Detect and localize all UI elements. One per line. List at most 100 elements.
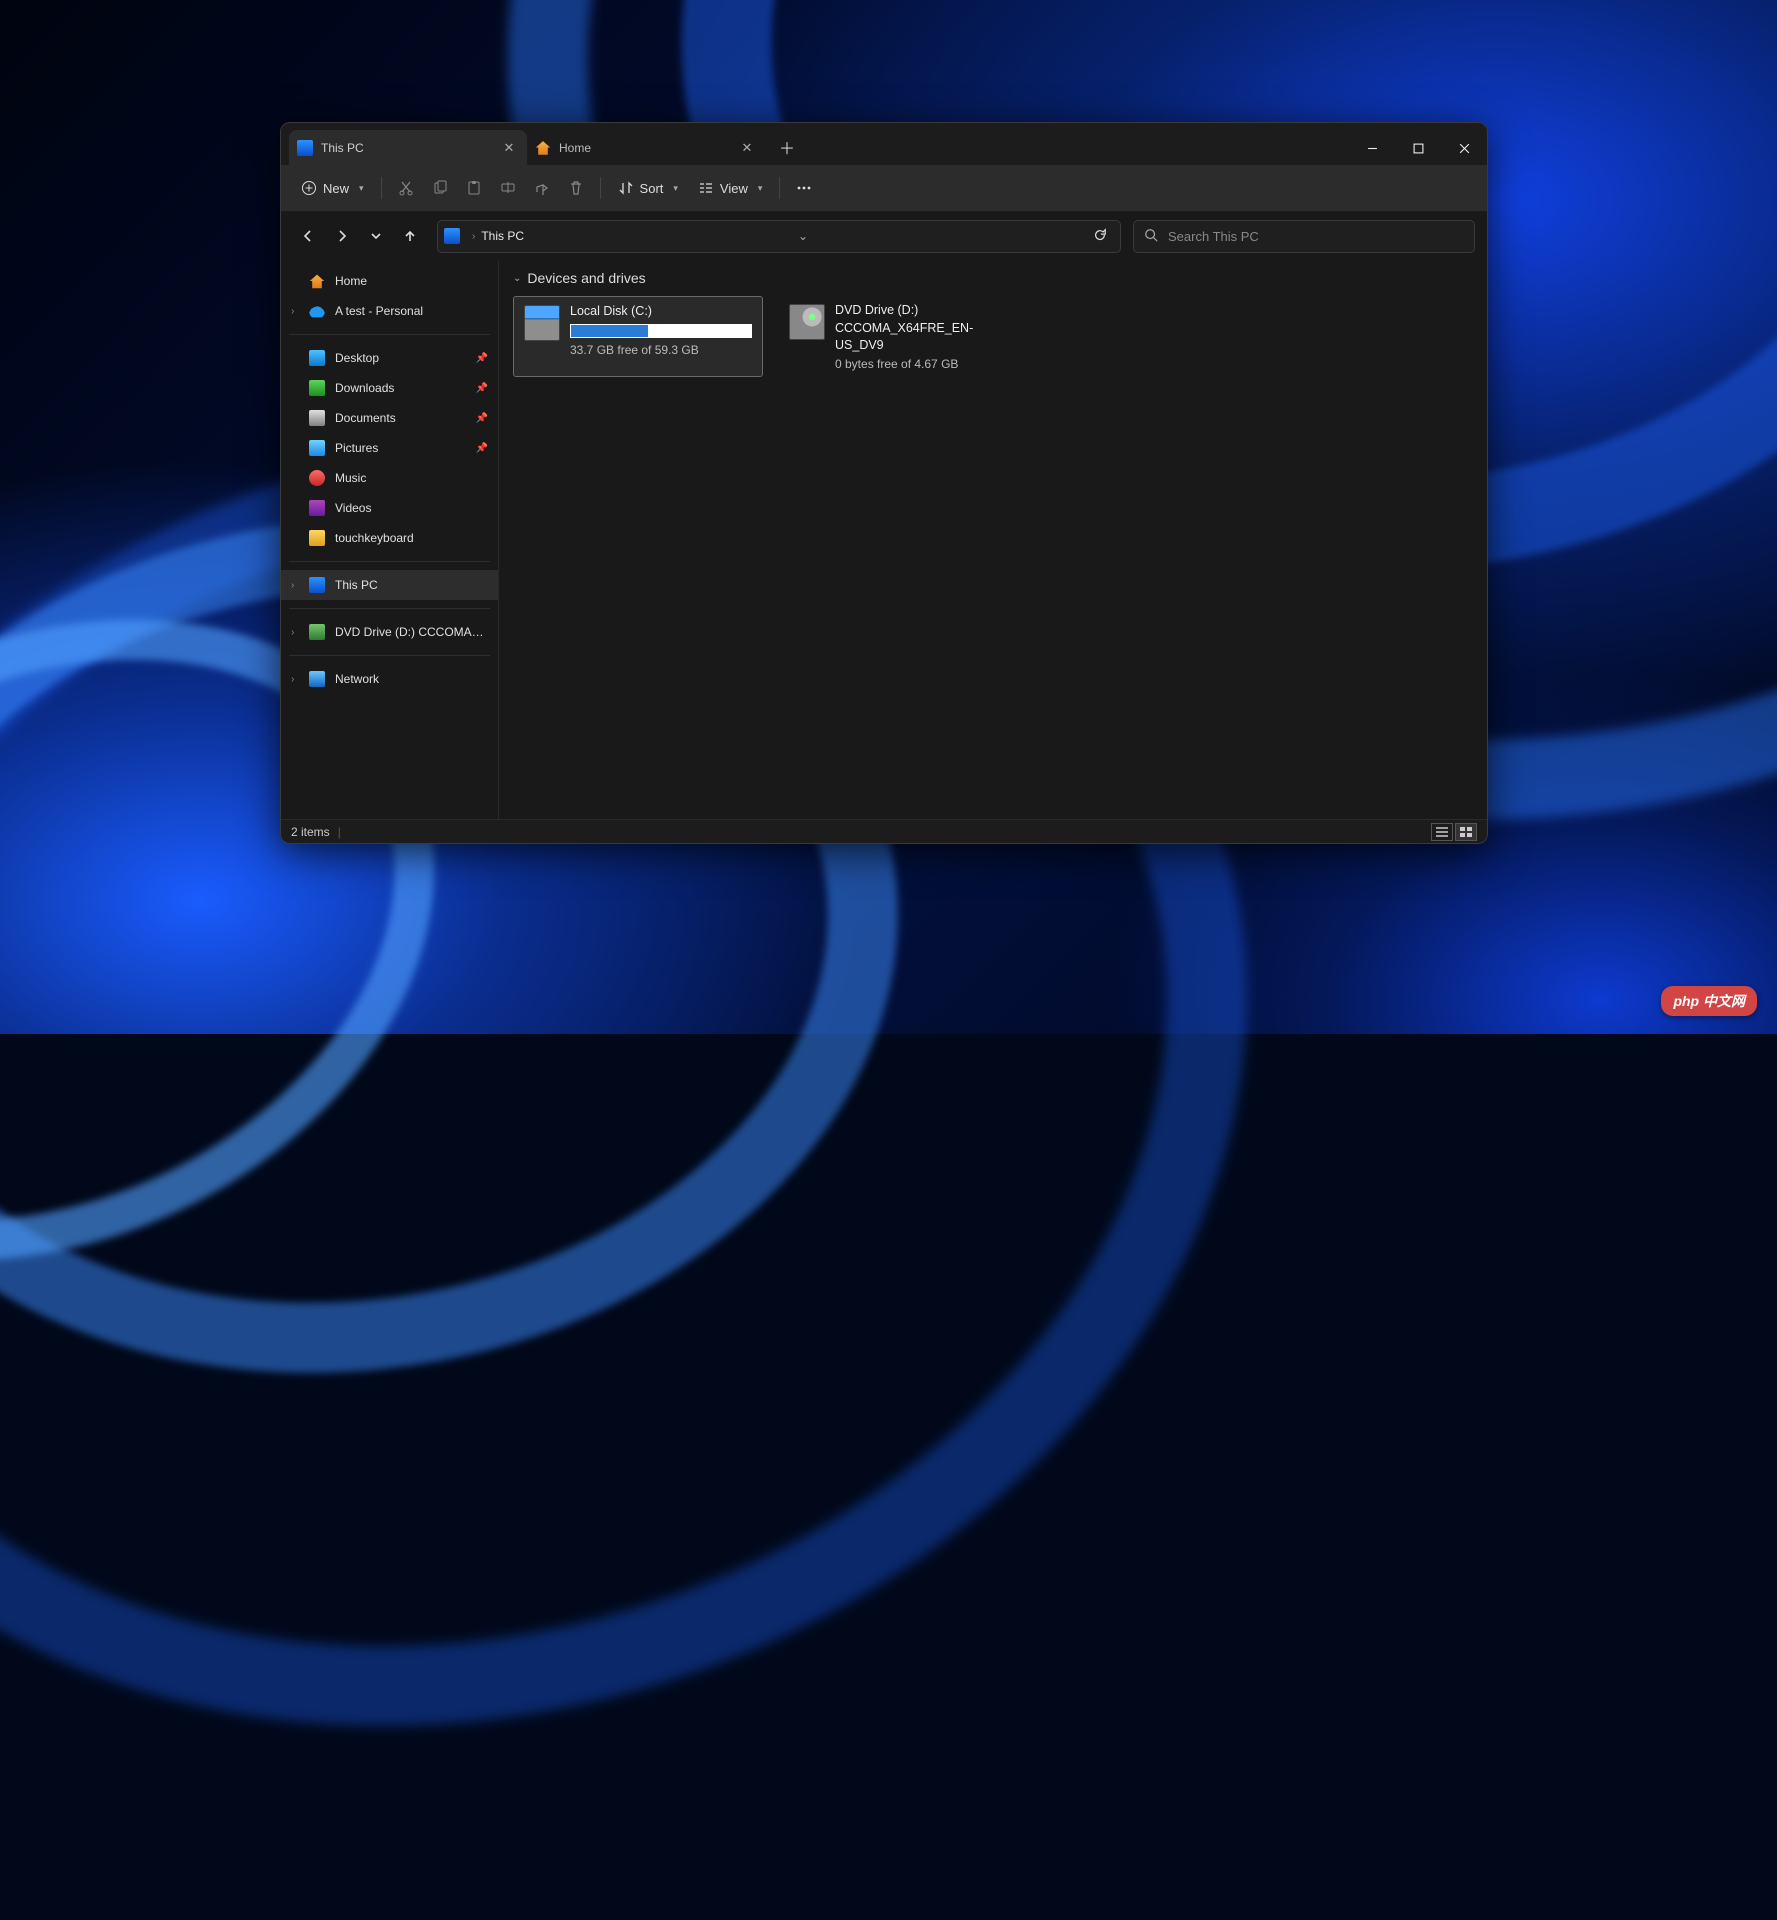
nav-back-button[interactable] [293, 221, 323, 251]
sort-button[interactable]: Sort ▾ [608, 172, 688, 204]
drive-usage-text: 0 bytes free of 4.67 GB [835, 357, 1019, 371]
sidebar[interactable]: Home › A test - Personal Desktop 📌 Downl… [281, 260, 499, 819]
drive-usage-fill [571, 325, 648, 337]
group-header-devices[interactable]: ⌄ Devices and drives [513, 270, 1473, 286]
sidebar-item-touchkeyboard[interactable]: touchkeyboard [281, 523, 498, 553]
chevron-right-icon: › [472, 231, 475, 242]
status-item-count: 2 items [291, 825, 330, 839]
tab-home[interactable]: Home ✕ [527, 130, 765, 165]
sidebar-item-documents[interactable]: Documents 📌 [281, 403, 498, 433]
chevron-right-icon[interactable]: › [291, 627, 301, 638]
sidebar-item-label: Downloads [335, 381, 394, 395]
videos-icon [309, 500, 325, 516]
search-input[interactable] [1168, 229, 1464, 244]
chevron-down-icon: ▾ [673, 183, 678, 194]
folder-icon [309, 530, 325, 546]
copy-button[interactable] [423, 172, 457, 204]
sidebar-item-dvd-drive[interactable]: › DVD Drive (D:) CCCOMA_X64FRE_EN-US_DV9 [281, 617, 498, 647]
chevron-down-icon: ▾ [758, 183, 763, 194]
tab-strip: This PC ✕ Home ✕ [281, 130, 765, 165]
drive-name: DVD Drive (D:) [835, 302, 1019, 320]
sidebar-item-label: Desktop [335, 351, 379, 365]
breadcrumb[interactable]: › This PC ⌄ [437, 220, 1121, 253]
copy-icon [432, 180, 448, 196]
sidebar-item-onedrive[interactable]: › A test - Personal [281, 296, 498, 326]
drive-name: Local Disk (C:) [570, 303, 752, 321]
sidebar-item-label: Network [335, 672, 379, 686]
tab-label: Home [559, 141, 591, 155]
breadcrumb-dropdown-icon[interactable]: ⌄ [791, 229, 815, 243]
window-caption-buttons [1349, 131, 1487, 165]
close-tab-icon[interactable]: ✕ [499, 138, 519, 158]
sidebar-item-home[interactable]: Home [281, 266, 498, 296]
sidebar-item-music[interactable]: Music [281, 463, 498, 493]
group-header-label: Devices and drives [527, 270, 645, 286]
chevron-right-icon[interactable]: › [291, 306, 301, 317]
nav-forward-button[interactable] [327, 221, 357, 251]
refresh-button[interactable] [1086, 228, 1114, 245]
sidebar-item-downloads[interactable]: Downloads 📌 [281, 373, 498, 403]
thispc-icon [297, 140, 313, 156]
chevron-down-icon: ⌄ [513, 273, 521, 284]
trash-icon [568, 180, 584, 196]
drive-item-dvd-d[interactable]: DVD Drive (D:) CCCOMA_X64FRE_EN-US_DV9 0… [779, 296, 1029, 377]
sidebar-item-label: A test - Personal [335, 304, 423, 318]
titlebar[interactable]: This PC ✕ Home ✕ ＋ [281, 123, 1487, 165]
chevron-right-icon[interactable]: › [291, 674, 301, 685]
ellipsis-icon [796, 180, 812, 196]
sidebar-item-label: Documents [335, 411, 396, 425]
view-details-button[interactable] [1431, 823, 1453, 841]
pin-icon: 📌 [476, 443, 488, 454]
share-button[interactable] [525, 172, 559, 204]
sidebar-item-this-pc[interactable]: › This PC [281, 570, 498, 600]
pin-icon: 📌 [476, 383, 488, 394]
new-button[interactable]: New ▾ [291, 172, 374, 204]
sidebar-item-desktop[interactable]: Desktop 📌 [281, 343, 498, 373]
sidebar-item-network[interactable]: › Network [281, 664, 498, 694]
sidebar-item-label: touchkeyboard [335, 531, 414, 545]
hdd-icon [524, 305, 560, 341]
cloud-icon [309, 303, 325, 319]
dvd-icon [309, 624, 325, 640]
search-box[interactable] [1133, 220, 1475, 253]
paste-button[interactable] [457, 172, 491, 204]
network-icon [309, 671, 325, 687]
documents-icon [309, 410, 325, 426]
close-window-button[interactable] [1441, 131, 1487, 165]
maximize-button[interactable] [1395, 131, 1441, 165]
chevron-down-icon: ▾ [359, 183, 364, 194]
more-button[interactable] [787, 172, 821, 204]
thispc-icon [309, 577, 325, 593]
dvd-drive-icon [789, 304, 825, 340]
drive-item-local-disk-c[interactable]: Local Disk (C:) 33.7 GB free of 59.3 GB [513, 296, 763, 377]
sidebar-item-videos[interactable]: Videos [281, 493, 498, 523]
sidebar-item-label: Music [335, 471, 366, 485]
breadcrumb-location[interactable]: This PC [481, 229, 524, 243]
view-button-label: View [720, 181, 748, 196]
nav-up-button[interactable] [395, 221, 425, 251]
share-icon [534, 180, 550, 196]
delete-button[interactable] [559, 172, 593, 204]
nav-recent-button[interactable] [361, 221, 391, 251]
rename-button[interactable] [491, 172, 525, 204]
view-tiles-button[interactable] [1455, 823, 1477, 841]
pictures-icon [309, 440, 325, 456]
sidebar-item-pictures[interactable]: Pictures 📌 [281, 433, 498, 463]
paste-icon [466, 180, 482, 196]
chevron-right-icon[interactable]: › [291, 580, 301, 591]
address-bar-row: › This PC ⌄ [281, 212, 1487, 260]
file-explorer-window: This PC ✕ Home ✕ ＋ [280, 122, 1488, 844]
home-icon [309, 273, 325, 289]
drive-subname: CCCOMA_X64FRE_EN-US_DV9 [835, 320, 1019, 355]
close-tab-icon[interactable]: ✕ [737, 138, 757, 158]
tab-this-pc[interactable]: This PC ✕ [289, 130, 527, 165]
new-tab-button[interactable]: ＋ [771, 131, 803, 163]
pin-icon: 📌 [476, 353, 488, 364]
content-area[interactable]: ⌄ Devices and drives Local Disk (C:) 33.… [499, 260, 1487, 819]
minimize-button[interactable] [1349, 131, 1395, 165]
status-bar: 2 items | [281, 819, 1487, 843]
rename-icon [500, 180, 516, 196]
cut-button[interactable] [389, 172, 423, 204]
view-button[interactable]: View ▾ [688, 172, 772, 204]
downloads-icon [309, 380, 325, 396]
